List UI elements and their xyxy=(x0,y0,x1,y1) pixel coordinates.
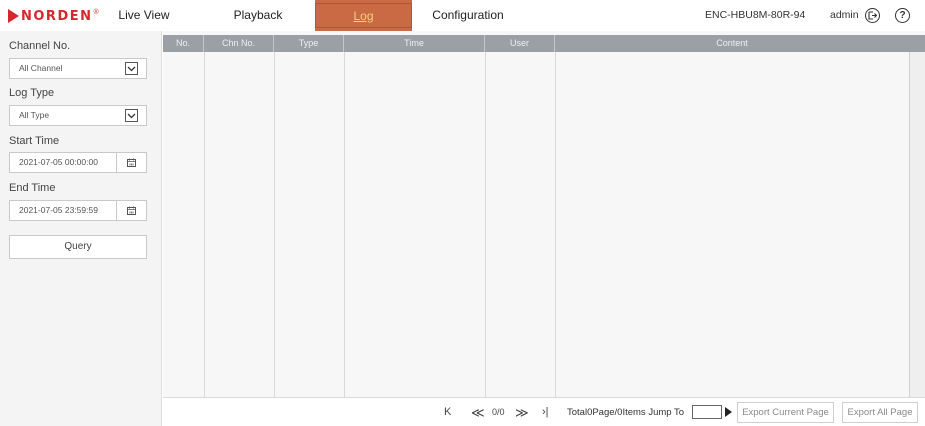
user-name: admin xyxy=(830,9,859,21)
nav-log-label: Log xyxy=(315,3,412,28)
next-page-button[interactable]: ≫ xyxy=(515,398,529,426)
start-time-field[interactable]: 2021-07-05 00:00:00 xyxy=(9,152,147,173)
last-page-button[interactable]: ›| xyxy=(542,398,549,426)
column-divider xyxy=(555,52,556,397)
channel-select[interactable]: All Channel xyxy=(9,58,147,79)
column-divider xyxy=(204,52,205,397)
filter-sidebar: Channel No. All Channel Log Type All Typ… xyxy=(0,31,162,426)
column-header-type[interactable]: Type xyxy=(274,35,344,52)
table-scrollbar[interactable] xyxy=(909,35,925,397)
logout-icon[interactable] xyxy=(865,8,880,23)
logo-arrow-icon xyxy=(8,9,19,23)
log-table: No. Chn No. Type Time User Content xyxy=(163,31,925,397)
end-time-value: 2021-07-05 23:59:59 xyxy=(19,205,98,215)
device-name: ENC-HBU8M-80R-94 xyxy=(705,9,806,21)
nav-playback[interactable]: Playback xyxy=(228,0,288,31)
query-button[interactable]: Query xyxy=(9,235,147,259)
channel-label: Channel No. xyxy=(9,40,71,52)
norden-logo: NORDEN ® xyxy=(8,6,99,26)
help-icon[interactable]: ? xyxy=(895,8,910,23)
top-bar: NORDEN ® Live View Playback Log Configur… xyxy=(0,0,925,31)
end-time-field[interactable]: 2021-07-05 23:59:59 xyxy=(9,200,147,221)
column-divider xyxy=(274,52,275,397)
calendar-icon[interactable] xyxy=(116,201,146,220)
first-page-button[interactable]: K xyxy=(444,398,451,426)
start-time-label: Start Time xyxy=(9,135,60,147)
log-type-select-value: All Type xyxy=(19,110,50,120)
column-divider xyxy=(344,52,345,397)
nav-configuration[interactable]: Configuration xyxy=(432,0,504,31)
start-time-value: 2021-07-05 00:00:00 xyxy=(19,157,98,167)
logo-registered-mark: ® xyxy=(93,8,99,16)
page-total-text: Total0Page/0Items Jump To xyxy=(567,407,685,418)
column-header-content[interactable]: Content xyxy=(555,35,909,52)
calendar-icon[interactable] xyxy=(116,153,146,172)
end-time-label: End Time xyxy=(9,182,56,194)
scrollbar-header-cap xyxy=(909,35,925,52)
channel-select-value: All Channel xyxy=(19,63,63,73)
column-header-time[interactable]: Time xyxy=(344,35,485,52)
previous-page-button[interactable]: ≪ xyxy=(471,398,485,426)
column-divider xyxy=(485,52,486,397)
nav-live-view[interactable]: Live View xyxy=(118,0,170,31)
nav-log[interactable]: Log xyxy=(315,0,412,31)
jump-go-icon[interactable] xyxy=(725,407,732,417)
export-current-page-button[interactable]: Export Current Page xyxy=(737,402,834,423)
pagination-bar: K ≪ 0/0 ≫ ›| Total0Page/0Items Jump To E… xyxy=(163,397,925,426)
column-header-chn-no[interactable]: Chn No. xyxy=(204,35,274,52)
page-counter: 0/0 xyxy=(492,407,505,417)
jump-to-page-input[interactable] xyxy=(692,405,722,419)
chevron-down-icon[interactable] xyxy=(125,109,138,122)
log-type-select[interactable]: All Type xyxy=(9,105,147,126)
column-header-user[interactable]: User xyxy=(485,35,555,52)
export-all-page-button[interactable]: Export All Page xyxy=(842,402,918,423)
logo-text: NORDEN xyxy=(21,8,93,24)
chevron-down-icon[interactable] xyxy=(125,62,138,75)
table-header: No. Chn No. Type Time User Content xyxy=(163,35,909,52)
column-header-no[interactable]: No. xyxy=(163,35,204,52)
log-type-label: Log Type xyxy=(9,87,55,99)
